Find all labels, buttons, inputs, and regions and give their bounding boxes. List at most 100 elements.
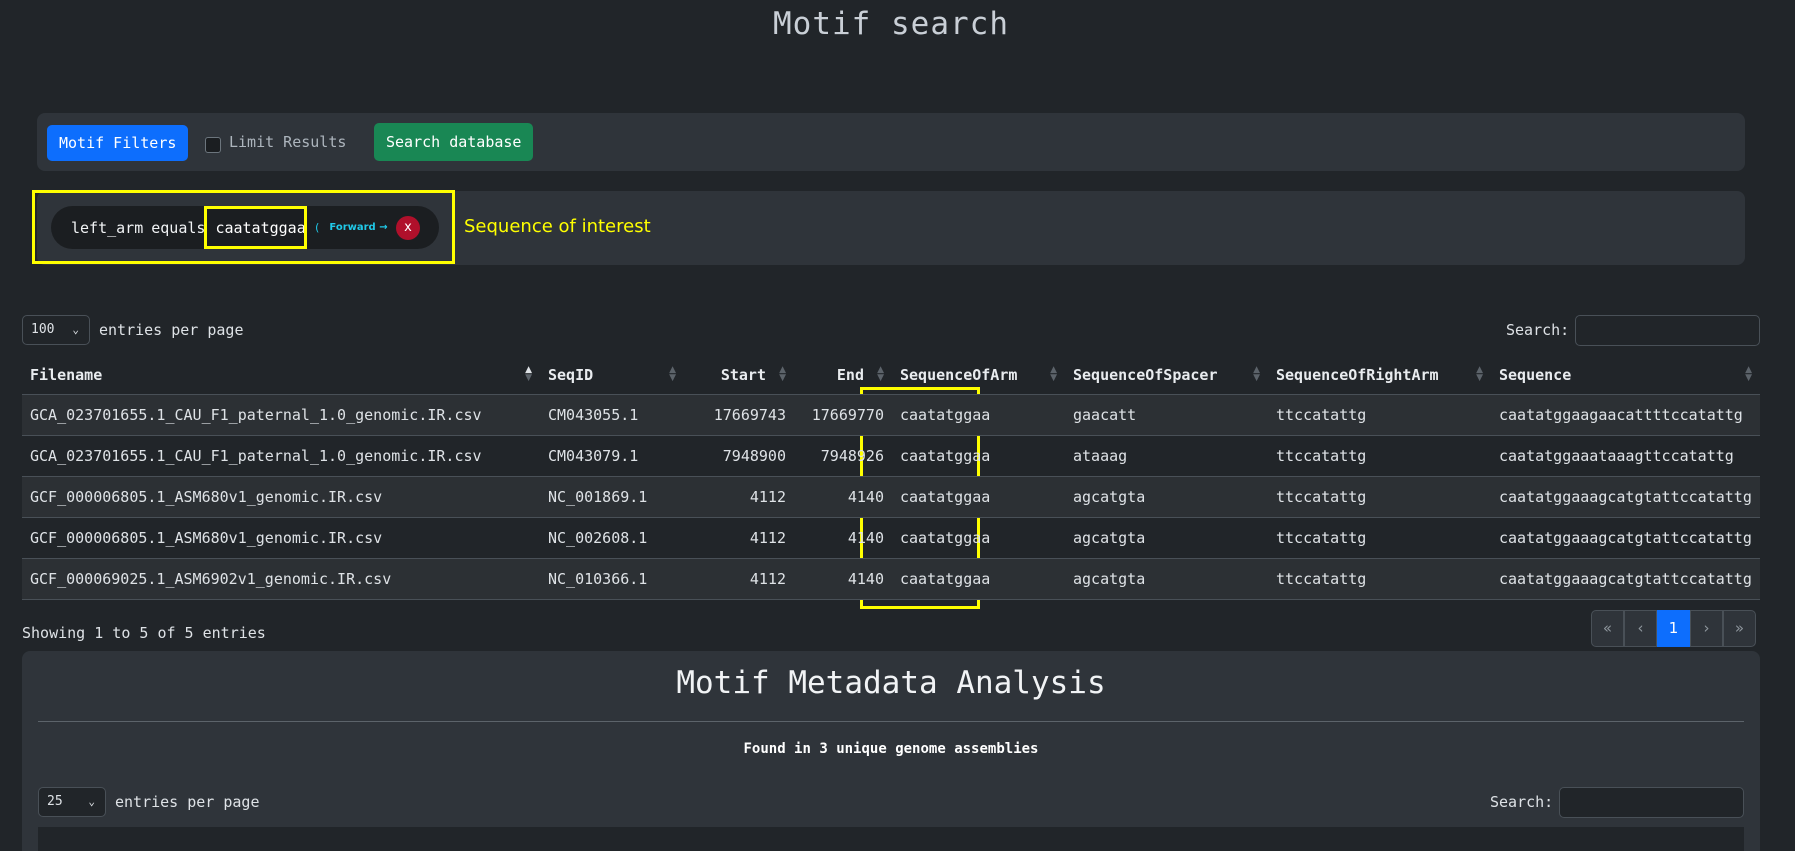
table-info: Showing 1 to 5 of 5 entries (22, 624, 266, 642)
column-header-sequence[interactable]: Sequence ▲ ▼ (1491, 356, 1760, 395)
cell-sequence-of-spacer: agcatgta (1065, 558, 1268, 600)
cell-sequence-of-arm: caatatggaa (892, 517, 1065, 559)
sort-icon: ▲ ▼ (669, 365, 676, 383)
limit-results-checkbox[interactable] (205, 137, 221, 153)
filter-chip: left_arm equals caatatggaa ( Forward → )… (51, 206, 439, 249)
cell-sequence-of-right-arm: ttccatattg (1268, 435, 1491, 477)
sort-icon: ▲ ▼ (1476, 365, 1483, 383)
column-header-start[interactable]: Start ▲ ▼ (684, 356, 794, 395)
cell-filename: GCF_000006805.1_ASM680v1_genomic.IR.csv (22, 517, 540, 559)
table-search-input[interactable] (1575, 315, 1760, 346)
table-row: GCA_023701655.1_CAU_F1_paternal_1.0_geno… (22, 394, 1760, 436)
column-header-sequence-of-spacer[interactable]: SequenceOfSpacer ▲ ▼ (1065, 356, 1268, 395)
cell-start: 4112 (684, 517, 794, 559)
cell-sequence-of-spacer: agcatgta (1065, 476, 1268, 518)
cell-sequence-of-arm: caatatggaa (892, 435, 1065, 477)
search-database-button[interactable]: Search database (374, 123, 534, 161)
sort-icon: ▲ ▼ (525, 365, 532, 383)
remove-filter-button[interactable]: x (396, 216, 420, 240)
cell-filename: GCA_023701655.1_CAU_F1_paternal_1.0_geno… (22, 435, 540, 477)
column-header-sequence-of-arm[interactable]: SequenceOfArm ▲ ▼ (892, 356, 1065, 395)
column-header-sequence-of-right-arm[interactable]: SequenceOfRightArm ▲ ▼ (1268, 356, 1491, 395)
metadata-search-input[interactable] (1559, 787, 1744, 818)
motif-filters-button[interactable]: Motif Filters (47, 125, 189, 161)
table-row: GCF_000006805.1_ASM680v1_genomic.IR.csv … (22, 476, 1760, 518)
cell-sequence: caatatggaaagcatgtattccatattg (1491, 517, 1760, 559)
column-header-end[interactable]: End ▲ ▼ (794, 356, 892, 395)
table-row: GCA_023701655.1_CAU_F1_paternal_1.0_geno… (22, 435, 1760, 477)
first-page-button[interactable]: « (1591, 610, 1624, 647)
cell-filename: GCA_023701655.1_CAU_F1_paternal_1.0_geno… (22, 394, 540, 436)
sort-icon: ▲ ▼ (1050, 365, 1057, 383)
filter-chip-direction: Forward → (329, 222, 388, 233)
limit-results-toggle[interactable]: Limit Results (205, 131, 346, 153)
cell-seqid: NC_001869.1 (540, 476, 684, 518)
cell-start: 4112 (684, 476, 794, 518)
cell-end: 4140 (794, 558, 892, 600)
cell-sequence: caatatggaaagcatgtattccatattg (1491, 476, 1760, 518)
metadata-page-length-value: 25 (47, 794, 63, 809)
cell-start: 7948900 (684, 435, 794, 477)
metadata-page-length-select[interactable]: 25 ⌄ (38, 787, 106, 817)
page-title: Motif search (773, 6, 1009, 42)
cell-sequence-of-spacer: ataaag (1065, 435, 1268, 477)
last-page-button[interactable]: » (1723, 610, 1756, 647)
cell-sequence-of-spacer: gaacatt (1065, 394, 1268, 436)
cell-sequence-of-arm: caatatggaa (892, 476, 1065, 518)
cell-end: 4140 (794, 476, 892, 518)
cell-start: 17669743 (684, 394, 794, 436)
cell-sequence-of-right-arm: ttccatattg (1268, 476, 1491, 518)
sort-icon: ▲ ▼ (1745, 365, 1752, 383)
cell-end: 17669770 (794, 394, 892, 436)
filter-chip-operator: equals (151, 218, 206, 237)
table-row: GCF_000006805.1_ASM680v1_genomic.IR.csv … (22, 517, 1760, 559)
next-page-button[interactable]: › (1690, 610, 1723, 647)
filter-chip-value: caatatggaa (215, 218, 306, 237)
previous-page-button[interactable]: ‹ (1624, 610, 1657, 647)
filter-chip-direction-open: ( (313, 221, 321, 234)
cell-sequence: caatatggaaagcatgtattccatattg (1491, 558, 1760, 600)
cell-end: 7948926 (794, 435, 892, 477)
sort-icon: ▲ ▼ (779, 365, 786, 383)
column-header-filename[interactable]: Filename ▲ ▼ (22, 356, 540, 395)
filter-chip-field: left_arm (71, 218, 144, 237)
metadata-title: Motif Metadata Analysis (676, 665, 1106, 701)
cell-start: 4112 (684, 558, 794, 600)
filter-toolbar: Motif Filters Limit Results Search datab… (37, 113, 1745, 171)
table-row: GCF_000069025.1_ASM6902v1_genomic.IR.csv… (22, 558, 1760, 600)
column-header-seqid[interactable]: SeqID ▲ ▼ (540, 356, 684, 395)
table-search-label: Search: (1506, 321, 1570, 339)
cell-sequence-of-arm: caatatggaa (892, 394, 1065, 436)
cell-sequence-of-arm: caatatggaa (892, 558, 1065, 600)
cell-sequence-of-spacer: agcatgta (1065, 517, 1268, 559)
metadata-card: Motif Metadata Analysis Found in 3 uniqu… (22, 651, 1760, 851)
sort-icon: ▲ ▼ (877, 365, 884, 383)
cell-filename: GCF_000069025.1_ASM6902v1_genomic.IR.csv (22, 558, 540, 600)
cell-seqid: CM043055.1 (540, 394, 684, 436)
metadata-search-label: Search: (1490, 793, 1554, 811)
annotation-label: Sequence of interest (464, 216, 651, 237)
pagination: « ‹ 1 › » (1591, 610, 1756, 647)
cell-seqid: CM043079.1 (540, 435, 684, 477)
metadata-page-length-label: entries per page (115, 793, 260, 811)
sort-icon: ▲ ▼ (1253, 365, 1260, 383)
cell-filename: GCF_000006805.1_ASM680v1_genomic.IR.csv (22, 476, 540, 518)
cell-sequence-of-right-arm: ttccatattg (1268, 394, 1491, 436)
limit-results-label: Limit Results (229, 133, 347, 151)
cell-sequence: caatatggaaataaagttccatattg (1491, 435, 1760, 477)
metadata-table-header (38, 827, 1744, 851)
divider (38, 721, 1744, 722)
page-length-select[interactable]: 100 ⌄ (22, 315, 90, 345)
cell-end: 4140 (794, 517, 892, 559)
table-header-row: Filename ▲ ▼ SeqID ▲ ▼ Start ▲ ▼ End ▲ ▼ Sequenc… (22, 356, 1760, 395)
cell-sequence-of-right-arm: ttccatattg (1268, 517, 1491, 559)
cell-sequence: caatatggaagaacattttccatattg (1491, 394, 1760, 436)
metadata-subtitle: Found in 3 unique genome assemblies (743, 741, 1039, 757)
cell-seqid: NC_010366.1 (540, 558, 684, 600)
page-length-value: 100 (31, 322, 55, 337)
page-button-1[interactable]: 1 (1657, 610, 1690, 647)
cell-seqid: NC_002608.1 (540, 517, 684, 559)
cell-sequence-of-right-arm: ttccatattg (1268, 558, 1491, 600)
results-table: Filename ▲ ▼ SeqID ▲ ▼ Start ▲ ▼ End ▲ ▼ Sequenc… (22, 356, 1760, 600)
page-length-label: entries per page (99, 321, 244, 339)
